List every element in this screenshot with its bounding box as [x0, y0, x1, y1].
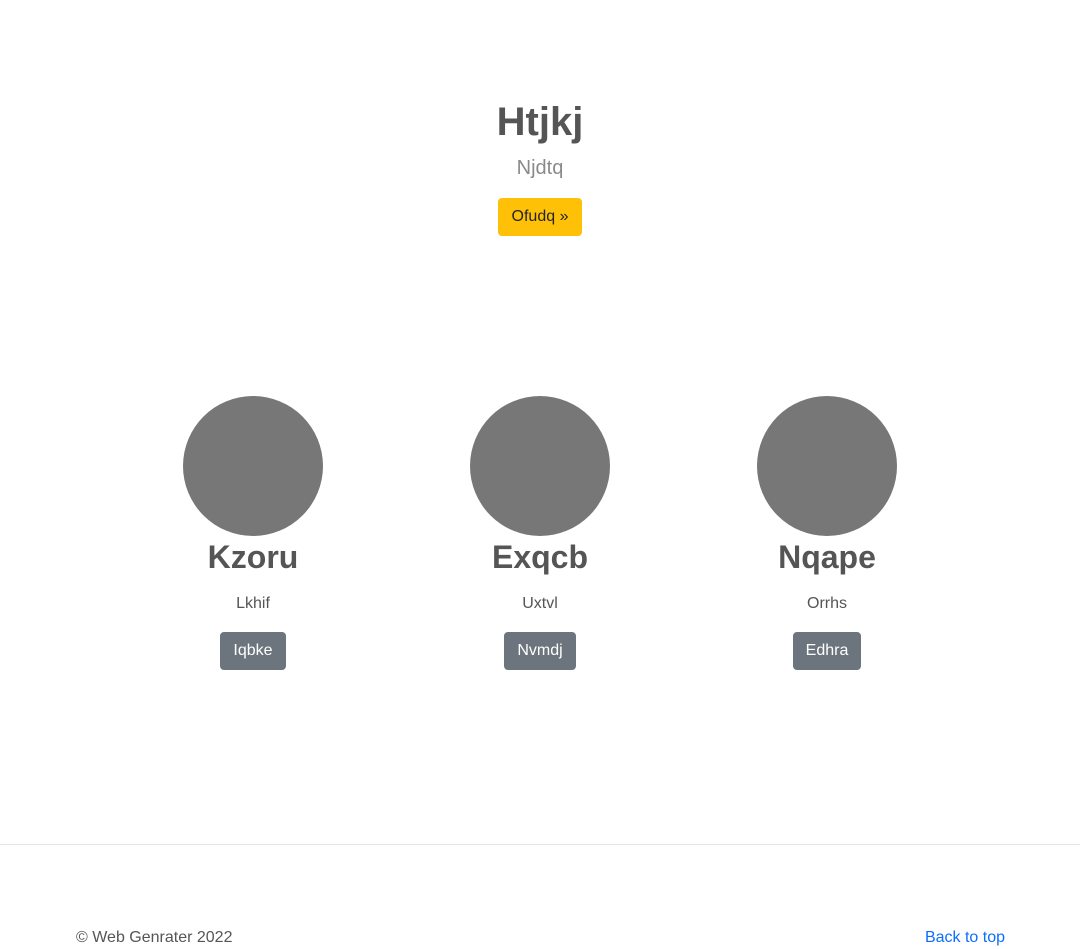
footer-copyright: © Web Genrater 2022 — [76, 929, 233, 946]
avatar-placeholder — [183, 396, 323, 536]
member-button[interactable]: Edhra — [792, 632, 862, 670]
member-card: Nqape Orrhs Edhra — [677, 396, 977, 670]
member-button[interactable]: Iqbke — [220, 632, 286, 670]
avatar-placeholder — [757, 396, 897, 536]
footer-divider — [0, 844, 1080, 845]
back-to-top-link[interactable]: Back to top — [925, 928, 1005, 948]
avatar-placeholder — [470, 396, 610, 536]
member-role: Uxtvl — [522, 595, 558, 612]
hero-cta-button[interactable]: Ofudq » — [498, 198, 582, 236]
member-button[interactable]: Nvmdj — [504, 632, 576, 670]
member-name: Nqape — [778, 539, 876, 575]
hero-subtitle: Njdtq — [516, 157, 564, 179]
member-card: Exqcb Uxtvl Nvmdj — [390, 396, 690, 670]
member-name: Exqcb — [491, 539, 589, 575]
member-role: Lkhif — [236, 595, 270, 612]
member-role: Orrhs — [807, 595, 847, 612]
member-card: Kzoru Lkhif Iqbke — [103, 396, 403, 670]
member-name: Kzoru — [207, 539, 299, 575]
hero-title: Htjkj — [496, 100, 584, 144]
